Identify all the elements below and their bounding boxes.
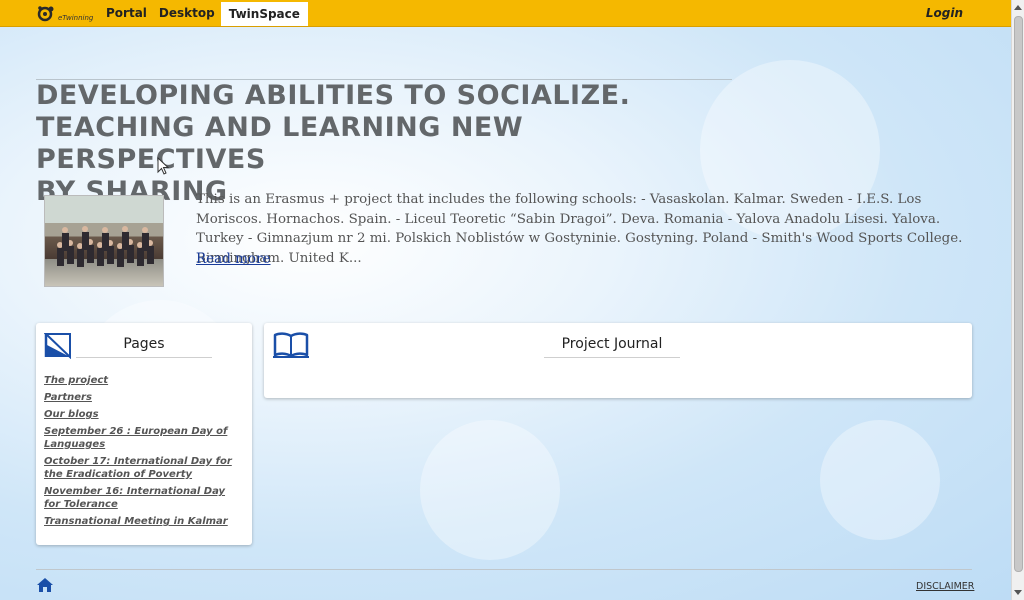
- scrollbar-thumb[interactable]: [1014, 16, 1023, 572]
- page-link-our-blogs[interactable]: Our blogs: [44, 408, 244, 421]
- open-book-icon: [273, 332, 309, 358]
- project-title: DEVELOPING ABILITIES TO SOCIALIZE. TEACH…: [36, 80, 736, 208]
- scroll-down-arrow-icon[interactable]: [1014, 590, 1022, 595]
- nav-portal[interactable]: Portal: [100, 0, 153, 26]
- background-bokeh: [420, 420, 560, 560]
- pages-title: Pages: [76, 336, 212, 358]
- project-title-line: TEACHING AND LEARNING NEW PERSPECTIVES: [36, 112, 524, 175]
- project-journal-panel: Project Journal: [264, 323, 972, 398]
- etwinning-logo-icon: [37, 5, 54, 21]
- vertical-scrollbar[interactable]: [1011, 0, 1024, 600]
- project-description: This is an Erasmus + project that includ…: [196, 192, 963, 266]
- nav-desktop[interactable]: Desktop: [153, 0, 221, 26]
- read-more-link[interactable]: Read more: [196, 251, 271, 267]
- project-journal-title: Project Journal: [544, 336, 680, 358]
- mouse-cursor-icon: [157, 157, 169, 175]
- background-bokeh: [820, 420, 940, 540]
- page-link-day-eradication-of-poverty[interactable]: October 17: International Day for the Er…: [44, 455, 244, 481]
- disclaimer-link[interactable]: DISCLAIMER: [916, 581, 974, 592]
- top-navigation-bar: eTwinning Portal Desktop TwinSpace Login: [0, 0, 1011, 27]
- scroll-up-arrow-icon[interactable]: [1014, 5, 1022, 10]
- etwinning-logo[interactable]: eTwinning: [0, 0, 100, 27]
- pages-panel: Pages The project Partners Our blogs Sep…: [36, 323, 252, 545]
- login-link[interactable]: Login: [926, 0, 1011, 26]
- pages-list: The project Partners Our blogs September…: [44, 374, 244, 532]
- home-icon[interactable]: [36, 577, 54, 593]
- project-title-line: DEVELOPING ABILITIES TO SOCIALIZE.: [36, 80, 631, 111]
- page-link-the-project[interactable]: The project: [44, 374, 244, 387]
- nav-twinspace[interactable]: TwinSpace: [220, 2, 308, 26]
- page-link-european-day-of-languages[interactable]: September 26 : European Day of Languages: [44, 425, 244, 451]
- page-link-partners[interactable]: Partners: [44, 391, 244, 404]
- project-group-photo: [44, 195, 164, 287]
- footer-divider: [36, 569, 972, 570]
- logo-text: eTwinning: [58, 13, 94, 22]
- page-link-transnational-meeting-kalmar[interactable]: Transnational Meeting in Kalmar: [44, 515, 244, 528]
- pages-flag-icon: [44, 333, 71, 359]
- page-link-day-for-tolerance[interactable]: November 16: International Day for Toler…: [44, 485, 244, 511]
